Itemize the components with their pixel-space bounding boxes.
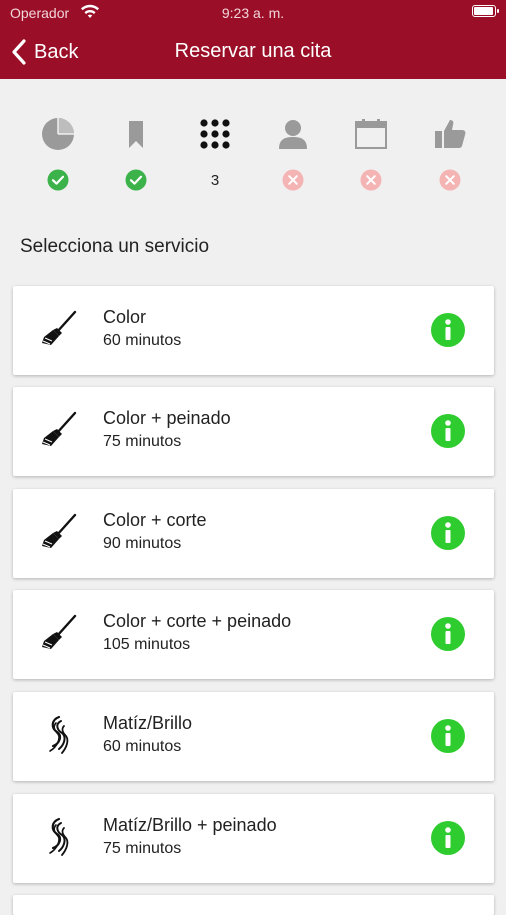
info-icon[interactable] — [431, 414, 465, 448]
info-icon[interactable] — [431, 821, 465, 855]
booking-steps: 3 — [18, 108, 488, 198]
service-name: Color + corte + peinado — [103, 611, 292, 631]
service-name: Color + corte — [103, 510, 207, 530]
service-card[interactable]: Color + corte + peinado 105 minutos — [13, 590, 494, 679]
service-duration: 105 minutos — [103, 636, 191, 653]
step-service: 3 — [175, 108, 255, 198]
hair-icon — [49, 715, 69, 754]
service-name: Color + peinado — [103, 408, 231, 428]
step-category — [96, 108, 176, 198]
service-duration: 60 minutos — [103, 738, 182, 755]
clock: 9:23 a. m. — [221, 5, 285, 21]
brush-icon — [42, 411, 77, 446]
service-card[interactable]: Color + corte 90 minutos — [13, 489, 494, 578]
step-professional — [253, 108, 333, 198]
brush-icon — [42, 614, 77, 649]
info-icon[interactable] — [431, 516, 465, 550]
service-card-partial[interactable] — [13, 895, 494, 915]
service-duration: 75 minutos — [103, 840, 182, 857]
top-bar: Operador 9:23 a. m. Back Reservar una ci… — [0, 0, 506, 79]
service-name: Matíz/Brillo — [103, 713, 193, 733]
service-name: Color — [103, 307, 147, 327]
section-heading: Selecciona un servicio — [20, 236, 210, 257]
bookmark-icon — [129, 121, 143, 148]
battery-icon — [472, 5, 499, 17]
cross-icon — [360, 169, 382, 191]
service-duration: 60 minutos — [103, 332, 182, 349]
brush-icon — [42, 310, 77, 345]
brush-icon — [42, 513, 77, 548]
step-service-type — [18, 108, 98, 198]
service-card[interactable]: Matíz/Brillo 60 minutos — [13, 692, 494, 781]
grid-icon — [200, 119, 230, 149]
calendar-icon — [355, 119, 387, 149]
service-card[interactable]: Matíz/Brillo + peinado 75 minutos — [13, 794, 494, 883]
status-bar: Operador 9:23 a. m. — [0, 0, 506, 26]
hair-icon — [49, 817, 69, 856]
step-confirm — [410, 108, 490, 198]
info-icon[interactable] — [431, 719, 465, 753]
step-number: 3 — [210, 172, 220, 189]
page-title: Reservar una cita — [174, 40, 332, 62]
cross-icon — [282, 169, 304, 191]
service-name: Matíz/Brillo + peinado — [103, 815, 277, 835]
thumbs-up-icon — [435, 120, 466, 148]
pie-chart-icon — [42, 118, 74, 150]
check-icon — [47, 169, 69, 191]
service-card[interactable]: Color + peinado 75 minutos — [13, 387, 494, 476]
step-date — [331, 108, 411, 198]
navigation-bar: Back Reservar una cita — [0, 26, 506, 79]
service-duration: 90 minutos — [103, 535, 182, 552]
info-icon[interactable] — [431, 313, 465, 347]
service-card[interactable]: Color 60 minutos — [13, 286, 494, 375]
service-duration: 75 minutos — [103, 433, 182, 450]
info-icon[interactable] — [431, 617, 465, 651]
cross-icon — [439, 169, 461, 191]
check-icon — [125, 169, 147, 191]
user-icon — [279, 120, 307, 149]
